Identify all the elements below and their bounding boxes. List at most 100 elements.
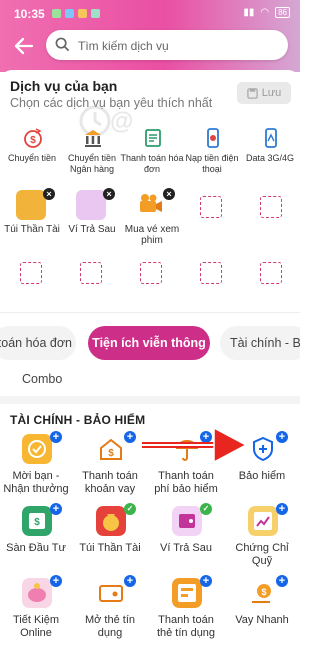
annotation-arrow bbox=[142, 426, 248, 464]
service-money-transfer[interactable]: $ Chuyển tiền bbox=[2, 127, 62, 177]
save-icon bbox=[246, 87, 258, 99]
notification-icon bbox=[78, 9, 87, 18]
finance-label: Mời bạn - Nhận thưởng bbox=[3, 470, 69, 495]
tab-finance[interactable]: Tài chính - Bả bbox=[220, 326, 300, 360]
loan-payment-icon: $ bbox=[96, 434, 126, 464]
credit-card-icon bbox=[96, 578, 126, 608]
add-icon[interactable]: + bbox=[124, 431, 136, 443]
money-transfer-icon: $ bbox=[24, 128, 42, 148]
category-tabs: toán hóa đơn Tiện ích viễn thông Tài chí… bbox=[0, 326, 300, 362]
phone-topup-icon bbox=[207, 128, 219, 148]
finance-label: Chứng Chỉ Quỹ bbox=[235, 542, 289, 567]
selected-service-paylater[interactable]: × Ví Trả Sau bbox=[62, 188, 122, 240]
divider bbox=[0, 312, 300, 313]
wifi-icon: ◠ bbox=[260, 7, 270, 18]
header: 10:35 ▮▮ ◠ 86 bbox=[0, 0, 300, 72]
money-bag-icon bbox=[96, 506, 126, 536]
empty-slot[interactable] bbox=[80, 262, 102, 284]
search-bar[interactable] bbox=[46, 30, 288, 62]
add-icon[interactable]: + bbox=[50, 503, 62, 515]
tab-combo[interactable]: Combo bbox=[22, 372, 62, 386]
selected-service-movie[interactable]: × Mua vé xem phim bbox=[122, 188, 182, 246]
status-time: 10:35 bbox=[14, 7, 45, 21]
empty-slot[interactable] bbox=[260, 262, 282, 284]
add-icon[interactable]: + bbox=[276, 575, 288, 587]
finance-item-paylater[interactable]: ✓ Ví Trả Sau bbox=[150, 503, 222, 576]
paylater-wallet-icon bbox=[76, 190, 106, 220]
search-icon bbox=[55, 37, 70, 52]
finance-label: Bảo hiểm bbox=[238, 470, 286, 482]
add-icon[interactable]: + bbox=[276, 431, 288, 443]
back-arrow-icon[interactable] bbox=[12, 34, 36, 58]
remove-icon[interactable]: × bbox=[163, 188, 175, 200]
add-icon[interactable]: + bbox=[276, 503, 288, 515]
svg-text:$: $ bbox=[30, 135, 36, 146]
data-icon bbox=[265, 128, 277, 148]
save-button[interactable]: Lưu bbox=[237, 82, 291, 104]
service-data[interactable]: Data 3G/4G bbox=[240, 127, 300, 177]
add-icon[interactable]: + bbox=[50, 431, 62, 443]
service-phone-topup[interactable]: Nạp tiền điện thoại bbox=[182, 127, 242, 177]
fund-certificate-icon bbox=[248, 506, 278, 536]
section-title: Dịch vụ của bạn bbox=[10, 78, 118, 94]
investment-icon: $ bbox=[22, 506, 52, 536]
empty-slot[interactable] bbox=[20, 262, 42, 284]
selected-service-money-bag[interactable]: × Túi Thần Tài bbox=[2, 188, 62, 240]
tab-telecom[interactable]: Tiện ích viễn thông bbox=[88, 326, 210, 360]
add-icon[interactable]: + bbox=[200, 575, 212, 587]
finance-label: Tiết Kiệm Online bbox=[12, 614, 60, 639]
svg-text:$: $ bbox=[34, 517, 40, 528]
finance-item-quick-loan[interactable]: $ + Vay Nhanh bbox=[226, 575, 298, 648]
battery-icon: 86 bbox=[275, 7, 290, 18]
finance-label: Sàn Đầu Tư bbox=[6, 542, 66, 554]
service-label: Mua vé xem phim bbox=[124, 224, 180, 246]
finance-label: Thanh toán khoản vay bbox=[82, 470, 138, 495]
finance-item-open-credit-card[interactable]: + Mở thẻ tín dụng bbox=[74, 575, 146, 648]
notification-icon bbox=[52, 9, 61, 18]
finance-label: Vay Nhanh bbox=[235, 614, 289, 626]
piggy-bank-icon bbox=[22, 578, 52, 608]
quick-loan-icon: $ bbox=[248, 578, 278, 608]
money-bag-icon bbox=[16, 190, 46, 220]
section-gap bbox=[0, 396, 300, 404]
tab-bill-payment[interactable]: toán hóa đơn bbox=[0, 326, 76, 360]
status-bar: 10:35 ▮▮ ◠ 86 bbox=[0, 0, 300, 26]
finance-item-loan-payment[interactable]: $ + Thanh toán khoản vay bbox=[74, 431, 146, 504]
bank-transfer-icon bbox=[85, 130, 101, 147]
remove-icon[interactable]: × bbox=[103, 188, 115, 200]
notification-icon bbox=[65, 9, 74, 18]
finance-item-fund-certificate[interactable]: + Chứng Chỉ Quỹ bbox=[226, 503, 298, 576]
empty-slot[interactable] bbox=[140, 262, 162, 284]
svg-text:$: $ bbox=[108, 448, 114, 459]
check-icon[interactable]: ✓ bbox=[200, 503, 212, 515]
finance-label: Thanh toán thẻ tín dụng bbox=[156, 614, 216, 639]
bill-icon bbox=[145, 129, 161, 147]
paylater-wallet-icon bbox=[172, 506, 202, 536]
remove-icon[interactable]: × bbox=[43, 188, 55, 200]
shield-plus-icon bbox=[248, 434, 278, 464]
app-screen: 10:35 ▮▮ ◠ 86 Dịch vụ của bạn Chọn các d… bbox=[0, 0, 300, 650]
check-icon[interactable]: ✓ bbox=[124, 503, 136, 515]
section-subtitle: Chọn các dịch vụ bạn yêu thích nhất bbox=[10, 96, 213, 110]
empty-slot[interactable] bbox=[200, 196, 222, 218]
movie-camera-icon bbox=[140, 194, 162, 212]
empty-slot[interactable] bbox=[200, 262, 222, 284]
finance-item-invite[interactable]: + Mời bạn - Nhận thưởng bbox=[0, 431, 72, 504]
finance-label: Thanh toán phí bảo hiểm bbox=[154, 470, 218, 495]
save-label: Lưu bbox=[261, 87, 282, 99]
service-bill-payment[interactable]: Thanh toán hóa đơn bbox=[120, 127, 184, 177]
add-icon[interactable]: + bbox=[50, 575, 62, 587]
signal-icon: ▮▮ bbox=[243, 7, 255, 18]
finance-label: Mở thẻ tín dụng bbox=[84, 614, 135, 639]
add-icon[interactable]: + bbox=[124, 575, 136, 587]
finance-item-card-payment[interactable]: + Thanh toán thẻ tín dụng bbox=[150, 575, 222, 648]
status-right: ▮▮ ◠ 86 bbox=[243, 7, 290, 18]
finance-label: Ví Trả Sau bbox=[160, 542, 212, 554]
svg-text:$: $ bbox=[261, 587, 266, 597]
empty-slot[interactable] bbox=[260, 196, 282, 218]
finance-item-investment[interactable]: $ + Sàn Đầu Tư bbox=[0, 503, 72, 576]
finance-item-savings[interactable]: + Tiết Kiệm Online bbox=[0, 575, 72, 648]
service-bank-transfer[interactable]: Chuyển tiền Ngân hàng bbox=[62, 127, 122, 177]
search-input[interactable] bbox=[76, 30, 280, 62]
finance-item-money-bag[interactable]: ✓ Túi Thần Tài bbox=[74, 503, 146, 576]
